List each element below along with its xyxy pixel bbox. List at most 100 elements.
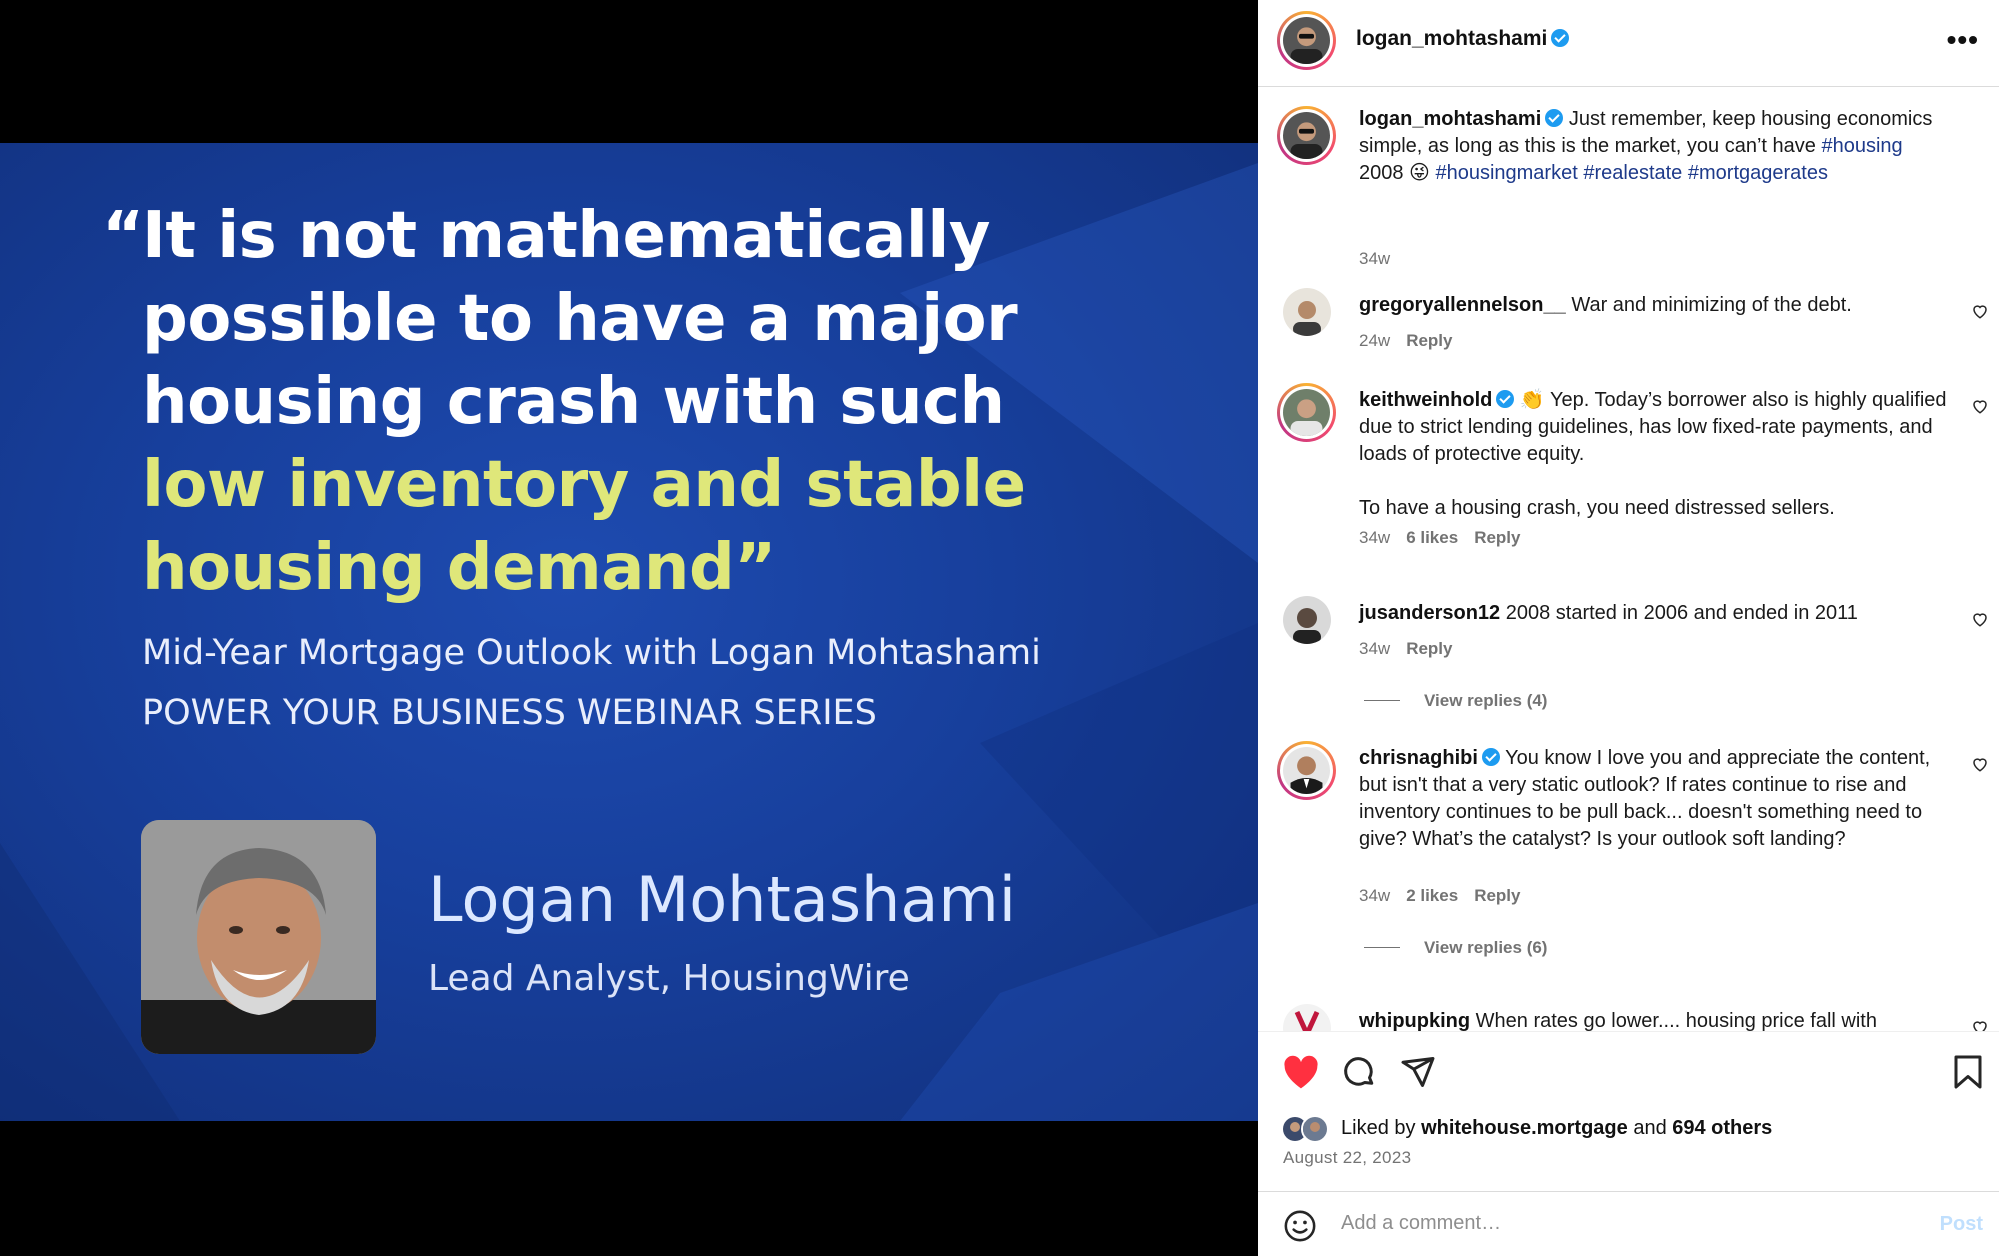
liked-by-prefix: Liked by (1341, 1117, 1422, 1139)
like-comment-heart-icon[interactable] (1971, 302, 1989, 320)
replies-divider (1364, 700, 1400, 701)
commenter-username[interactable]: chrisnaghibi (1359, 747, 1478, 769)
timestamp[interactable]: 34w (1359, 639, 1390, 658)
post-actions: Liked by whitehouse.mortgage and 694 oth… (1258, 1031, 1999, 1191)
post-comment-button[interactable]: Post (1940, 1213, 1983, 1236)
liked-by-text: Liked by whitehouse.mortgage and 694 oth… (1341, 1117, 1772, 1140)
view-replies-label[interactable]: View replies (4) (1424, 691, 1547, 710)
comment-text: chrisnaghibi You know I love you and app… (1359, 745, 1949, 853)
webinar-slide: “ It is not mathematically possible to h… (0, 143, 1258, 1121)
comment-meta: 34w Reply (1359, 639, 1452, 659)
quote-line: possible to have a major (142, 282, 1018, 356)
author-username-text[interactable]: logan_mohtashami (1356, 27, 1547, 50)
comment-body-paragraph: To have a housing crash, you need distre… (1359, 497, 1835, 519)
like-heart-icon[interactable] (1281, 1054, 1321, 1090)
comment-item: gregoryallennelson__ War and minimizing … (1258, 288, 1999, 358)
reply-button[interactable]: Reply (1406, 331, 1452, 350)
comment-body: 2008 started in 2006 and ended in 2011 (1505, 602, 1858, 624)
comment-body: When rates go lower.... housing price fa… (1475, 1010, 1877, 1031)
comment-text: whipupking When rates go lower.... housi… (1359, 1008, 1949, 1031)
comment-text: gregoryallennelson__ War and minimizing … (1359, 292, 1949, 319)
comment-text: keithweinhold 👏 Yep. Today’s borrower al… (1359, 387, 1949, 522)
quote-line: housing crash with such (142, 365, 1005, 439)
emoji-icon[interactable] (1283, 1209, 1317, 1243)
comment-item: chrisnaghibi You know I love you and app… (1258, 741, 1999, 981)
quote-line: It is not mathematically (142, 199, 990, 273)
likes-count[interactable]: 2 likes (1406, 886, 1458, 905)
commenter-avatar[interactable] (1277, 741, 1336, 800)
replies-divider (1364, 947, 1400, 948)
liked-by-connector: and (1627, 1117, 1673, 1139)
quote-line-highlight: low inventory and stable (142, 448, 1026, 522)
liker-avatar[interactable] (1301, 1115, 1329, 1143)
like-comment-heart-icon[interactable] (1971, 610, 1989, 628)
reply-button[interactable]: Reply (1474, 886, 1520, 905)
view-replies-button[interactable]: View replies (4) (1364, 691, 1547, 711)
verified-badge-icon (1481, 748, 1500, 766)
post-date[interactable]: August 22, 2023 (1283, 1148, 1411, 1168)
like-comment-heart-icon[interactable] (1971, 1018, 1989, 1031)
timestamp[interactable]: 34w (1359, 249, 1390, 268)
open-quote: “ (102, 199, 144, 273)
hashtag-link[interactable]: #mortgagerates (1688, 162, 1828, 184)
timestamp[interactable]: 34w (1359, 528, 1390, 547)
speaker-name: Logan Mohtashami (428, 863, 1016, 936)
webinar-subtitle: Mid-Year Mortgage Outlook with Logan Moh… (142, 633, 1041, 673)
author-avatar[interactable] (1277, 11, 1336, 70)
comment-icon[interactable] (1341, 1054, 1377, 1090)
hashtag-link[interactable]: #realestate (1583, 162, 1682, 184)
comment-input[interactable] (1341, 1212, 1881, 1235)
commenter-avatar[interactable] (1283, 1004, 1331, 1031)
caption-avatar[interactable] (1277, 106, 1336, 165)
likes-count[interactable]: 6 likes (1406, 528, 1458, 547)
view-replies-button[interactable]: View replies (6) (1364, 938, 1547, 958)
commenter-avatar[interactable] (1283, 596, 1331, 644)
save-bookmark-icon[interactable] (1952, 1054, 1984, 1090)
verified-badge-icon (1551, 29, 1570, 47)
comment-item: jusanderson12 2008 started in 2006 and e… (1258, 596, 1999, 716)
comments-list[interactable]: logan_mohtashami Just remember, keep hou… (1258, 88, 1999, 1031)
timestamp[interactable]: 24w (1359, 331, 1390, 350)
reply-button[interactable]: Reply (1474, 528, 1520, 547)
comment-meta: 34w 2 likes Reply (1359, 886, 1520, 906)
caption-body: 2008 😜 (1359, 162, 1436, 184)
comment-body: War and minimizing of the debt. (1571, 294, 1852, 316)
speaker-photo (141, 820, 376, 1054)
timestamp[interactable]: 34w (1359, 886, 1390, 905)
comment-item: whipupking When rates go lower.... housi… (1258, 1004, 1999, 1031)
hashtag-link[interactable]: #housing (1821, 135, 1902, 157)
speaker-title: Lead Analyst, HousingWire (428, 958, 910, 999)
like-comment-heart-icon[interactable] (1971, 755, 1989, 773)
caption-text: logan_mohtashami Just remember, keep hou… (1359, 106, 1949, 187)
comment-meta: 34w 6 likes Reply (1359, 528, 1520, 548)
likes-count[interactable]: 694 others (1672, 1117, 1772, 1139)
verified-badge-icon (1496, 390, 1515, 408)
caption-time: 34w (1359, 249, 1406, 269)
commenter-username[interactable]: gregoryallennelson__ (1359, 294, 1566, 316)
quote-text: “ It is not mathematically possible to h… (102, 195, 1168, 610)
post-side-panel: logan_mohtashami ••• logan_mohtashami Ju… (1258, 0, 1999, 1256)
commenter-username[interactable]: jusanderson12 (1359, 602, 1500, 624)
quote-line-highlight: housing demand” (142, 531, 776, 605)
hashtag-link[interactable]: #housingmarket (1435, 162, 1577, 184)
post-caption: logan_mohtashami Just remember, keep hou… (1258, 106, 1999, 268)
share-icon[interactable] (1400, 1054, 1436, 1090)
post-header: logan_mohtashami ••• (1258, 0, 1999, 87)
comment-text: jusanderson12 2008 started in 2006 and e… (1359, 600, 1949, 627)
commenter-username[interactable]: whipupking (1359, 1010, 1470, 1031)
author-username[interactable]: logan_mohtashami (1356, 27, 1570, 51)
post-media[interactable]: “ It is not mathematically possible to h… (0, 0, 1258, 1256)
liker-username[interactable]: whitehouse.mortgage (1421, 1117, 1628, 1139)
view-replies-label[interactable]: View replies (6) (1424, 938, 1547, 957)
commenter-avatar[interactable] (1283, 288, 1331, 336)
comment-item: keithweinhold 👏 Yep. Today’s borrower al… (1258, 383, 1999, 553)
verified-badge-icon (1545, 109, 1564, 127)
commenter-avatar[interactable] (1277, 383, 1336, 442)
comment-meta: 24w Reply (1359, 331, 1452, 351)
caption-username[interactable]: logan_mohtashami (1359, 108, 1541, 130)
reply-button[interactable]: Reply (1406, 639, 1452, 658)
commenter-username[interactable]: keithweinhold (1359, 389, 1492, 411)
like-comment-heart-icon[interactable] (1971, 397, 1989, 415)
more-options-icon[interactable]: ••• (1947, 24, 1979, 56)
webinar-series: POWER YOUR BUSINESS WEBINAR SERIES (142, 693, 877, 733)
